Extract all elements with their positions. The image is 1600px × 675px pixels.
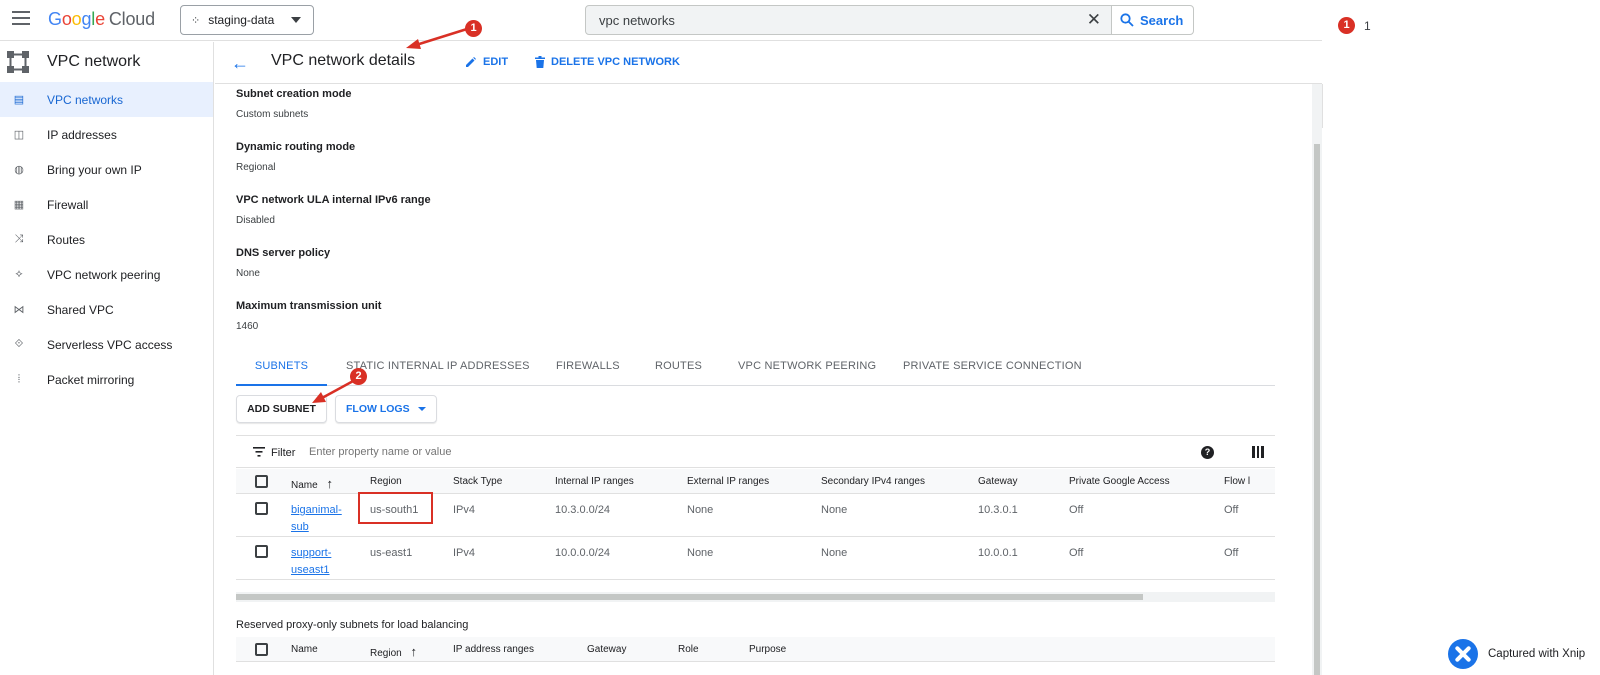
xnip-logo-icon: [1448, 639, 1478, 669]
annotation-marker-1: 1: [465, 20, 482, 37]
annotation-arrows: [312, 27, 468, 403]
xnip-watermark: Captured with Xnip: [1448, 639, 1585, 669]
annotation-marker-2: 2: [350, 368, 367, 385]
